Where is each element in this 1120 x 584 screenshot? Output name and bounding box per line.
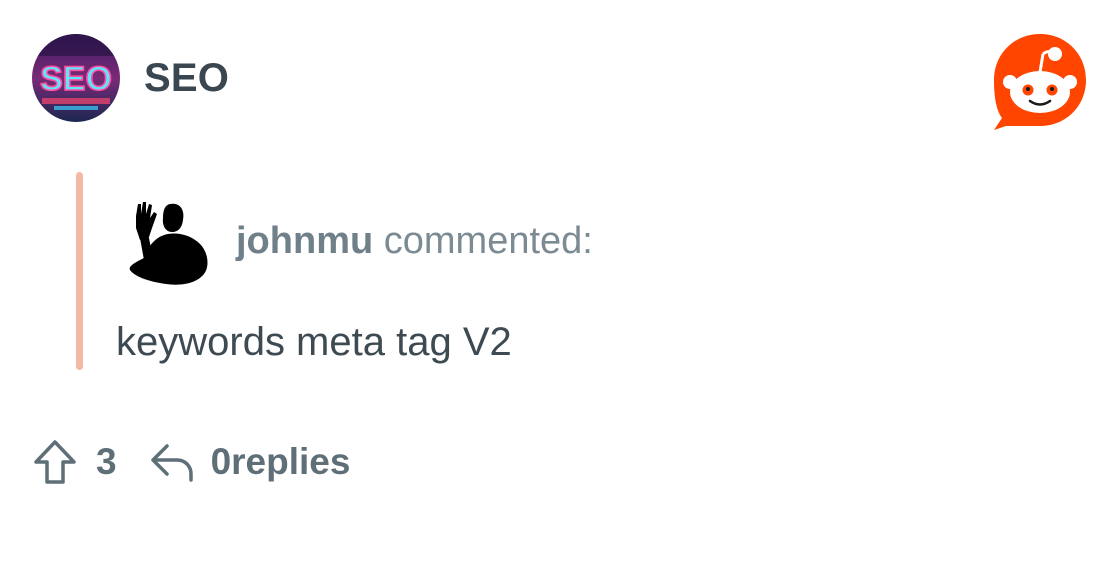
reply-arrow-icon [150, 444, 193, 482]
commenter-line: johnmu commented: [236, 220, 593, 263]
quoted-comment: johnmu commented: keywords meta tag V2 [76, 172, 976, 370]
card-header: SEO SEO [32, 34, 229, 122]
commented-label: commented: [383, 219, 593, 262]
reddit-logo-icon[interactable] [988, 30, 1092, 134]
waving-silhouette-icon [129, 202, 208, 285]
user-avatar[interactable] [122, 196, 210, 286]
seo-neon-sign-icon: SEO [32, 34, 120, 122]
subreddit-avatar[interactable]: SEO [32, 34, 120, 122]
replies-count-label: 0replies [210, 441, 351, 482]
replies-button[interactable]: 0replies [149, 440, 351, 484]
subreddit-avatar-text: SEO [40, 60, 112, 98]
username-link[interactable]: johnmu [236, 220, 373, 262]
subreddit-name[interactable]: SEO [144, 56, 229, 101]
comment-body: keywords meta tag V2 [116, 320, 512, 364]
quote-bar [76, 172, 83, 370]
commenter-row: johnmu commented: [122, 196, 593, 286]
comment-actions: 3 0replies [32, 436, 350, 488]
upvote-arrow-icon [34, 440, 76, 484]
upvote-count: 3 [96, 441, 117, 482]
embedded-comment-card: SEO SEO johnmu commented: keywords meta … [0, 0, 1120, 584]
upvote-button[interactable]: 3 [32, 438, 117, 486]
